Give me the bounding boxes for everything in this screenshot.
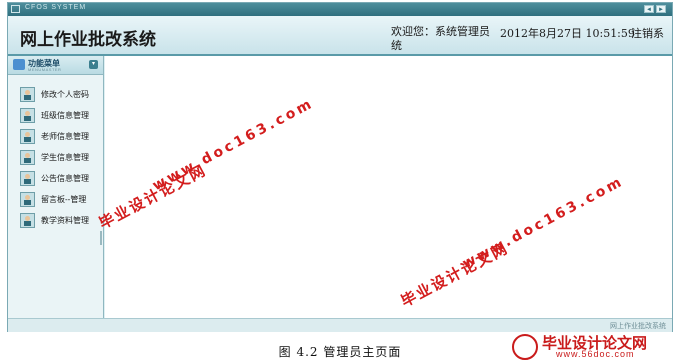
menu-item-label: 班级信息管理 xyxy=(41,111,89,120)
window-icon xyxy=(11,5,20,13)
user-icon xyxy=(20,150,35,165)
menu-item-label: 留言板--管理 xyxy=(41,195,87,204)
page-header: 网上作业批改系统 欢迎您：系统管理员统 2012年8月27日 10:51:59 … xyxy=(8,16,672,56)
menu-item-message-board[interactable]: 留言板--管理 xyxy=(20,190,100,211)
app-window: CFOS SYSTEM ◄ ► 网上作业批改系统 欢迎您：系统管理员统 2012… xyxy=(7,2,673,332)
footer-text: 网上作业批改系统 xyxy=(610,323,666,330)
menu-subtitle: MENUMASTER xyxy=(28,67,62,72)
sidebar-splitter-handle[interactable] xyxy=(100,231,102,245)
user-icon xyxy=(20,192,35,207)
user-icon xyxy=(20,129,35,144)
prev-arrow-icon[interactable]: ◄ xyxy=(644,5,654,13)
status-footer: 网上作业批改系统 xyxy=(8,318,672,332)
logo-emblem-icon xyxy=(512,334,538,360)
welcome-text: 欢迎您：系统管理员统 xyxy=(391,26,490,52)
current-datetime: 2012年8月27日 10:51:59 xyxy=(500,27,635,40)
menu-item-label: 学生信息管理 xyxy=(41,153,89,162)
user-icon xyxy=(20,171,35,186)
menu-item-label: 修改个人密码 xyxy=(41,90,89,99)
menu-header: 功能菜单 MENUMASTER ▾ xyxy=(8,56,103,75)
next-arrow-icon[interactable]: ► xyxy=(656,5,666,13)
site-logo: 毕业设计论文网 www.56doc.com xyxy=(512,332,677,362)
user-icon xyxy=(20,213,35,228)
menu-list: 修改个人密码 班级信息管理 老师信息管理 学生信息管理 公告信息管理 留言板--… xyxy=(20,85,100,232)
menu-item-teaching-materials[interactable]: 教学资料管理 xyxy=(20,211,100,232)
menu-book-icon xyxy=(13,59,25,70)
system-label: CFOS SYSTEM xyxy=(25,4,87,11)
menu-item-class-info[interactable]: 班级信息管理 xyxy=(20,106,100,127)
app-title: 网上作业批改系统 xyxy=(20,30,156,50)
user-icon xyxy=(20,108,35,123)
menu-item-label: 公告信息管理 xyxy=(41,174,89,183)
menu-item-teacher-info[interactable]: 老师信息管理 xyxy=(20,127,100,148)
menu-item-label: 教学资料管理 xyxy=(41,216,89,225)
user-icon xyxy=(20,87,35,102)
collapse-icon[interactable]: ▾ xyxy=(89,60,98,69)
logo-url: www.56doc.com xyxy=(556,349,635,359)
menu-item-change-password[interactable]: 修改个人密码 xyxy=(20,85,100,106)
window-titlebar: CFOS SYSTEM ◄ ► xyxy=(8,3,672,16)
menu-item-announcement-info[interactable]: 公告信息管理 xyxy=(20,169,100,190)
menu-item-label: 老师信息管理 xyxy=(41,132,89,141)
logout-link[interactable]: 注销系 xyxy=(631,25,664,41)
sidebar: 功能菜单 MENUMASTER ▾ 修改个人密码 班级信息管理 老师信息管理 学… xyxy=(8,56,104,318)
menu-item-student-info[interactable]: 学生信息管理 xyxy=(20,148,100,169)
